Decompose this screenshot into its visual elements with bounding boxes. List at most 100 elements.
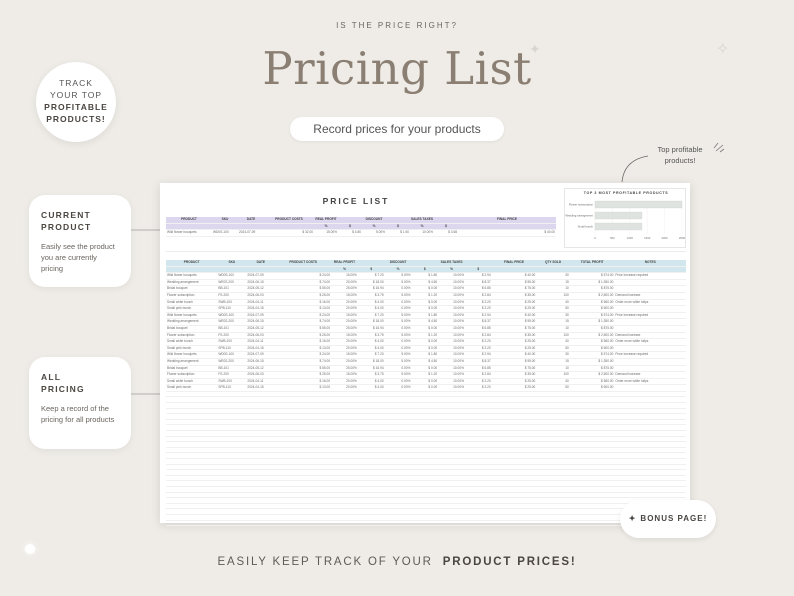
table-cell: $ 25.00 [491,338,537,346]
table-row[interactable]: Wedding arrangement WE0S-200 2024-06-15 $ 7… [166,358,686,366]
table-cell: SWB-100 [217,338,247,346]
table-cell: 20.00% [331,318,358,326]
table-cell: Wild flower bouquets [166,351,218,359]
table-row[interactable]: Small pink bunch SPB-110 2024-04-15 $ 13.00… [166,345,686,353]
table-cell: 20.00% [331,305,358,313]
table-cell: 15.00% [331,312,358,320]
chart-bar [594,200,683,209]
table-cell: $ 8.37 [464,318,492,326]
x-tick-label: 1500 [644,236,651,240]
table-cell: $ 4.80 [338,229,362,237]
table-row[interactable]: Wedding arrangement WE0S-200 2024-06-15 $ 7… [166,279,686,287]
column-subheader: % [314,223,338,231]
table-cell: $ 74.00 [275,279,332,287]
table-cell: $ 4.50 [411,279,439,287]
table-cell [614,318,686,326]
empty-cell[interactable] [464,520,492,527]
table-row[interactable]: Flower subscription FS-200 2024-06-03 $ 25.… [166,292,686,300]
table-cell: WD0S-100 [212,229,238,237]
table-row[interactable]: Bridal bouquet BB-101 2024-05-12 $ 55.00 25.… [166,325,686,333]
empty-cell[interactable] [438,520,465,527]
table-cell: $ 16.94 [357,325,385,333]
current-product-row[interactable]: Wild flower bouquets WD0S-100 2024-07-09 $ … [166,229,556,237]
table-cell: 5.00% [384,371,412,379]
table-cell: SWB-100 [217,299,247,307]
table-cell: $ 0.00 [411,299,439,307]
empty-cell[interactable] [357,520,385,527]
table-row[interactable]: Small pink bunch SPB-110 2024-04-15 $ 13.00… [166,384,686,392]
empty-cell[interactable] [275,520,332,527]
table-cell: $ 3.75 [357,292,385,300]
sheet-title: PRICE LIST [322,196,390,206]
empty-cell[interactable] [246,520,276,527]
column-subheader [264,223,314,231]
badge-line: PROFITABLE [36,101,116,113]
table-cell: $ 18.00 [357,358,385,366]
table-cell: 5.00% [384,272,412,280]
table-row[interactable]: Bridal bouquet BB-101 2024-05-12 $ 55.00 25.… [166,365,686,373]
table-cell: $ 0.00 [411,345,439,353]
table-row[interactable]: Wedding arrangement WE0S-200 2024-06-15 $ 7… [166,318,686,326]
table-row[interactable]: Small white bunch SWB-100 2024-04-11 $ 16.0… [166,378,686,386]
table-cell: 2024-06-03 [246,371,276,379]
empty-cell[interactable] [569,520,615,527]
table-cell: $ 2,500.00 [569,332,615,340]
empty-cell[interactable] [536,520,570,527]
column-subheader: % [438,266,465,274]
table-cell: $ 574.00 [569,272,615,280]
table-cell: $ 4.00 [357,384,385,392]
table-cell: 10.00% [410,229,434,237]
empty-row[interactable] [166,520,686,527]
badge-line: TRACK [59,78,93,88]
table-cell: Small pink bunch [166,345,218,353]
table-row[interactable]: Flower subscription FS-200 2024-06-03 $ 25.… [166,371,686,379]
table-cell: Wild flower bouquets [166,229,212,237]
table-cell: $ 4.00 [357,345,385,353]
table-cell: $ 13.00 [275,345,332,353]
table-cell [614,345,686,353]
table-cell: 10.00% [438,305,465,313]
column-subheader: $ [464,266,492,274]
empty-cell[interactable] [384,520,412,527]
table-cell: 15 [536,358,570,366]
table-cell: 2024-06-03 [246,292,276,300]
table-cell: 50 [536,305,570,313]
empty-cell[interactable] [411,520,439,527]
table-cell: $ 13.00 [275,305,332,313]
table-cell: Small pink bunch [166,384,218,392]
table-cell: 0.00% [384,365,412,373]
table-cell: $ 40.00 [491,272,537,280]
table-row[interactable]: Small white bunch SWB-100 2024-04-11 $ 16.0… [166,338,686,346]
empty-cell[interactable] [166,520,218,527]
table-row[interactable]: Bridal bouquet BB-101 2024-05-12 $ 55.00 25.… [166,285,686,293]
table-cell: $ 40.00 [458,229,556,237]
table-cell: 25.00% [331,325,358,333]
table-row[interactable]: Small pink bunch SPB-110 2024-04-15 $ 13.00… [166,305,686,313]
table-cell: SWB-100 [217,378,247,386]
table-row[interactable]: Flower subscription FS-200 2024-06-03 $ 25.… [166,332,686,340]
table-row[interactable]: Wild flower bouquets WD0S-100 2024-07-09 $ … [166,351,686,359]
table-cell: Small pink bunch [166,305,218,313]
empty-cell[interactable] [491,520,537,527]
table-cell: $ 4.50 [411,318,439,326]
table-cell: WE0S-200 [217,358,247,366]
table-cell: Flower subscription [166,292,218,300]
table-cell: SPB-110 [217,384,247,392]
column-subheader: $ [411,266,439,274]
column-header: REAL PROFIT [314,217,338,224]
table-cell: Flower subscription [166,371,218,379]
x-tick-label: 2500 [679,236,686,240]
table-row[interactable]: Small white bunch SWB-100 2024-04-11 $ 16.0… [166,299,686,307]
table-cell: $ 25.00 [275,371,332,379]
table-cell: $ 13.00 [275,384,332,392]
table-cell: $ 2,500.00 [569,371,615,379]
table-row[interactable]: Wild flower bouquets WD0S-100 2024-07-09 $ … [166,312,686,320]
table-cell: 10 [536,325,570,333]
table-row[interactable]: Wild flower bouquets WD0S-100 2024-07-09 $ … [166,272,686,280]
table-cell: 0.00% [384,325,412,333]
table-cell: 2024-04-15 [246,345,276,353]
empty-cell[interactable] [217,520,247,527]
table-cell: $ 1,350.00 [569,358,615,366]
table-cell: FS-200 [217,292,247,300]
empty-cell[interactable] [331,520,358,527]
